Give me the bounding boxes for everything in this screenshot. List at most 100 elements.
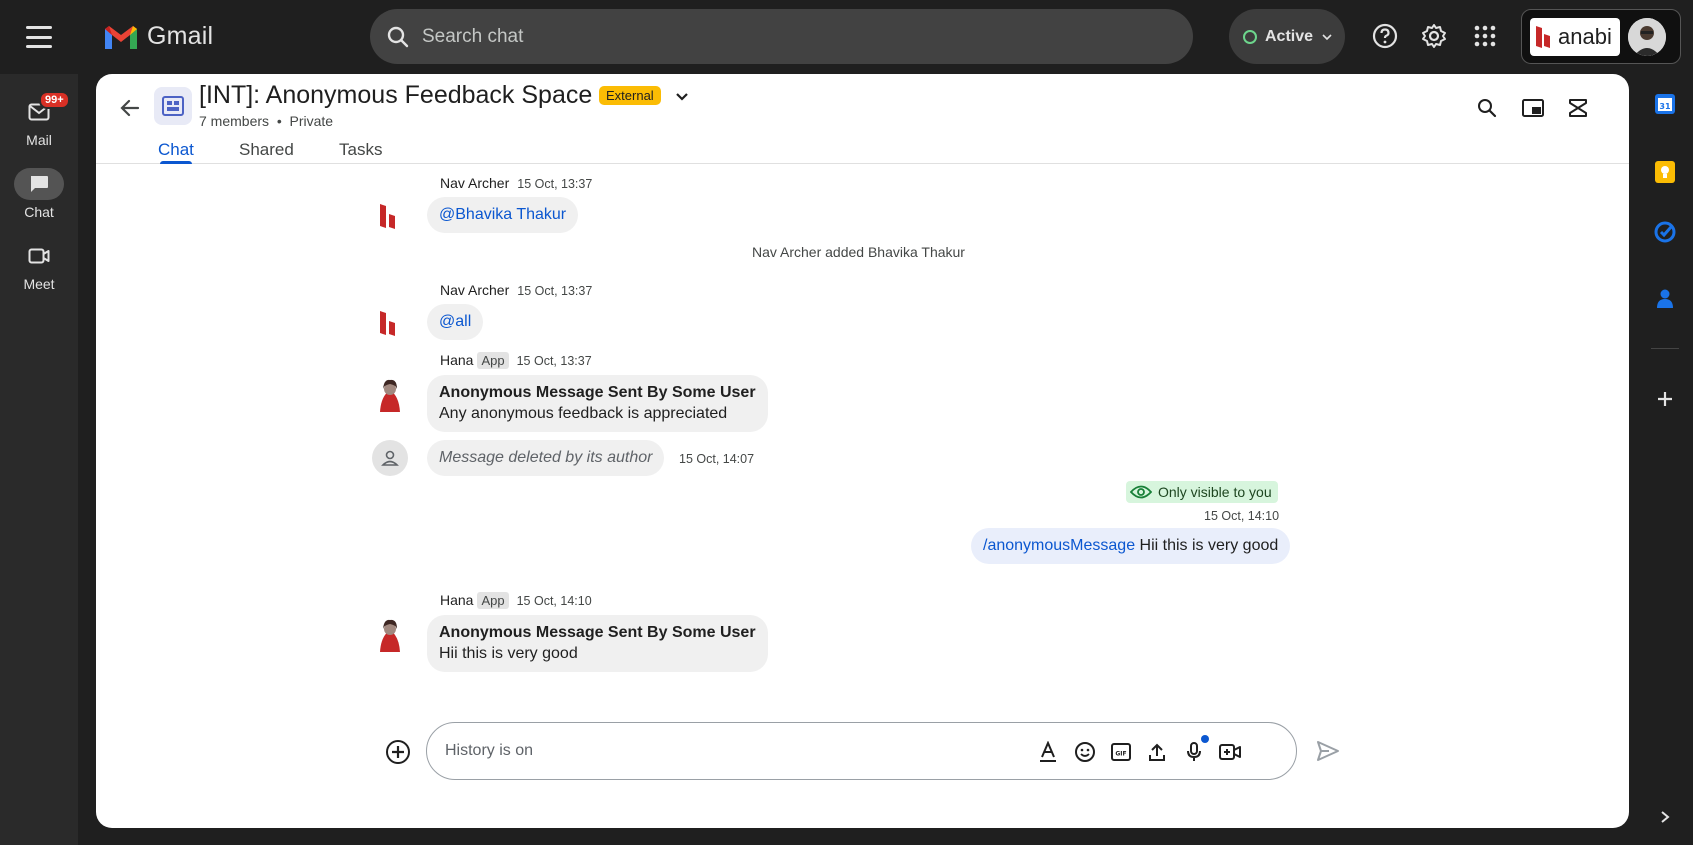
brand-name: anabi (1558, 23, 1612, 49)
message-header: Nav Archer 15 Oct, 13:37 (440, 175, 592, 191)
tab-tasks[interactable]: Tasks (339, 140, 382, 160)
search-in-space-icon[interactable] (1471, 92, 1503, 124)
message-header: 15 Oct, 14:10 (1204, 507, 1279, 523)
member-count[interactable]: 7 members (199, 113, 269, 129)
keep-notes-icon[interactable] (1651, 158, 1679, 186)
message-time: 15 Oct, 14:10 (516, 594, 592, 608)
chevron-down-icon (1322, 33, 1332, 40)
hana-app-avatar[interactable] (372, 616, 408, 652)
message-list: Nav Archer 15 Oct, 13:37 @Bhavika Thakur … (96, 164, 1629, 724)
add-addon-plus-icon[interactable] (1651, 385, 1679, 413)
top-bar: Gmail Active anabi (0, 0, 1693, 74)
expand-panel-chevron-icon[interactable] (1651, 803, 1679, 831)
brand-mark-icon (1536, 25, 1550, 48)
message-bubble: @Bhavika Thakur (427, 197, 579, 233)
account-switcher[interactable]: anabi (1521, 9, 1681, 64)
main-menu-icon[interactable] (26, 26, 52, 48)
slash-command: /anonymousMessage (983, 537, 1136, 554)
visibility-label: Only visible to you (1158, 484, 1272, 500)
gif-icon[interactable]: GIF (1108, 739, 1134, 765)
mention-link[interactable]: @all (439, 313, 471, 330)
space-menu-chevron-icon[interactable] (672, 87, 692, 107)
sender-name[interactable]: Nav Archer (440, 175, 509, 191)
only-visible-badge: Only visible to you (1126, 481, 1278, 503)
right-side-panel: 31 (1637, 74, 1693, 845)
app-tag: App (477, 352, 509, 369)
status-selector[interactable]: Active (1229, 9, 1345, 64)
calendar-icon[interactable]: 31 (1651, 90, 1679, 118)
threads-panel-icon[interactable] (1562, 92, 1594, 124)
mail-unread-badge: 99+ (39, 91, 70, 109)
emoji-icon[interactable] (1072, 739, 1098, 765)
hana-app-avatar[interactable] (372, 376, 408, 412)
message-text: Hii this is very good (439, 645, 578, 662)
nav-item-chat[interactable]: Chat (0, 168, 78, 220)
mention-link[interactable]: @Bhavika Thakur (439, 206, 566, 223)
send-icon[interactable] (1315, 738, 1343, 766)
message-time: 15 Oct, 13:37 (516, 354, 592, 368)
message-bubble: Anonymous Message Sent By Some User Hii … (427, 615, 768, 672)
search-input[interactable] (422, 25, 1122, 48)
tasks-icon[interactable] (1651, 218, 1679, 246)
open-in-popup-icon[interactable] (1517, 92, 1549, 124)
message-header: 15 Oct, 14:07 (679, 450, 754, 466)
nav-item-meet[interactable]: Meet (0, 240, 78, 292)
svg-text:31: 31 (1659, 102, 1671, 111)
nav-label-meet: Meet (23, 276, 55, 292)
my-message-bubble: /anonymousMessage Hii this is very good (971, 528, 1291, 564)
user-avatar[interactable] (1628, 17, 1666, 56)
contacts-icon[interactable] (1651, 284, 1679, 312)
message-header: Hana App 15 Oct, 13:37 (440, 352, 592, 369)
message-header: Hana App 15 Oct, 14:10 (440, 592, 592, 609)
help-icon[interactable] (1369, 20, 1401, 52)
space-subtitle: 7 members • Private (199, 113, 333, 129)
message-time: 15 Oct, 14:10 (1204, 509, 1280, 523)
space-tabs: Chat Shared Tasks (96, 132, 1629, 164)
back-arrow-icon[interactable] (114, 92, 146, 124)
sender-avatar[interactable] (372, 198, 408, 234)
search-icon[interactable] (386, 25, 410, 49)
microphone-icon[interactable] (1181, 735, 1209, 765)
search-bar[interactable] (370, 9, 1193, 64)
message-composer: GIF (426, 722, 1297, 780)
sender-name[interactable]: Hana (440, 352, 473, 368)
external-badge: External (599, 86, 661, 105)
message-time: 15 Oct, 13:37 (517, 284, 593, 298)
message-title: Anonymous Message Sent By Some User (439, 384, 756, 401)
text-format-icon[interactable] (1035, 739, 1061, 765)
anonymous-user-icon[interactable] (372, 440, 408, 476)
chat-icon (31, 176, 48, 192)
deleted-message-text: Message deleted by its author (439, 449, 653, 466)
tab-shared[interactable]: Shared (239, 140, 294, 160)
nav-pill-meet (14, 240, 64, 272)
subtitle-separator: • (276, 113, 282, 129)
eye-icon (1130, 485, 1152, 499)
gmail-logo[interactable]: Gmail (103, 22, 213, 51)
add-attachment-plus-icon[interactable] (384, 738, 412, 766)
tab-chat[interactable]: Chat (158, 140, 194, 160)
sender-name[interactable]: Hana (440, 592, 473, 608)
message-time: 15 Oct, 14:07 (679, 452, 755, 466)
message-input[interactable] (445, 742, 1045, 760)
message-text: Hii this is very good (1139, 537, 1279, 554)
sender-avatar[interactable] (372, 305, 408, 341)
chat-panel: [INT]: Anonymous Feedback Space External… (96, 74, 1629, 828)
settings-gear-icon[interactable] (1418, 20, 1450, 52)
message-header: Nav Archer 15 Oct, 13:37 (440, 282, 592, 298)
message-bubble: Anonymous Message Sent By Some User Any … (427, 375, 768, 432)
nav-item-mail[interactable]: 99+ Mail (0, 91, 78, 148)
deleted-message-bubble: Message deleted by its author (427, 440, 665, 476)
mic-indicator-dot (1201, 735, 1209, 743)
upload-icon[interactable] (1144, 739, 1170, 765)
space-avatar-icon (154, 87, 192, 125)
nav-label-mail: Mail (26, 132, 52, 148)
message-title: Anonymous Message Sent By Some User (439, 624, 756, 641)
message-time: 15 Oct, 13:37 (517, 177, 593, 191)
nav-pill-chat (14, 168, 64, 200)
space-title: [INT]: Anonymous Feedback Space (199, 81, 593, 109)
apps-grid-icon[interactable] (1469, 20, 1501, 52)
space-privacy: Private (289, 113, 334, 129)
status-label: Active (1265, 27, 1314, 45)
sender-name[interactable]: Nav Archer (440, 282, 509, 298)
video-meeting-icon[interactable] (1217, 739, 1243, 765)
